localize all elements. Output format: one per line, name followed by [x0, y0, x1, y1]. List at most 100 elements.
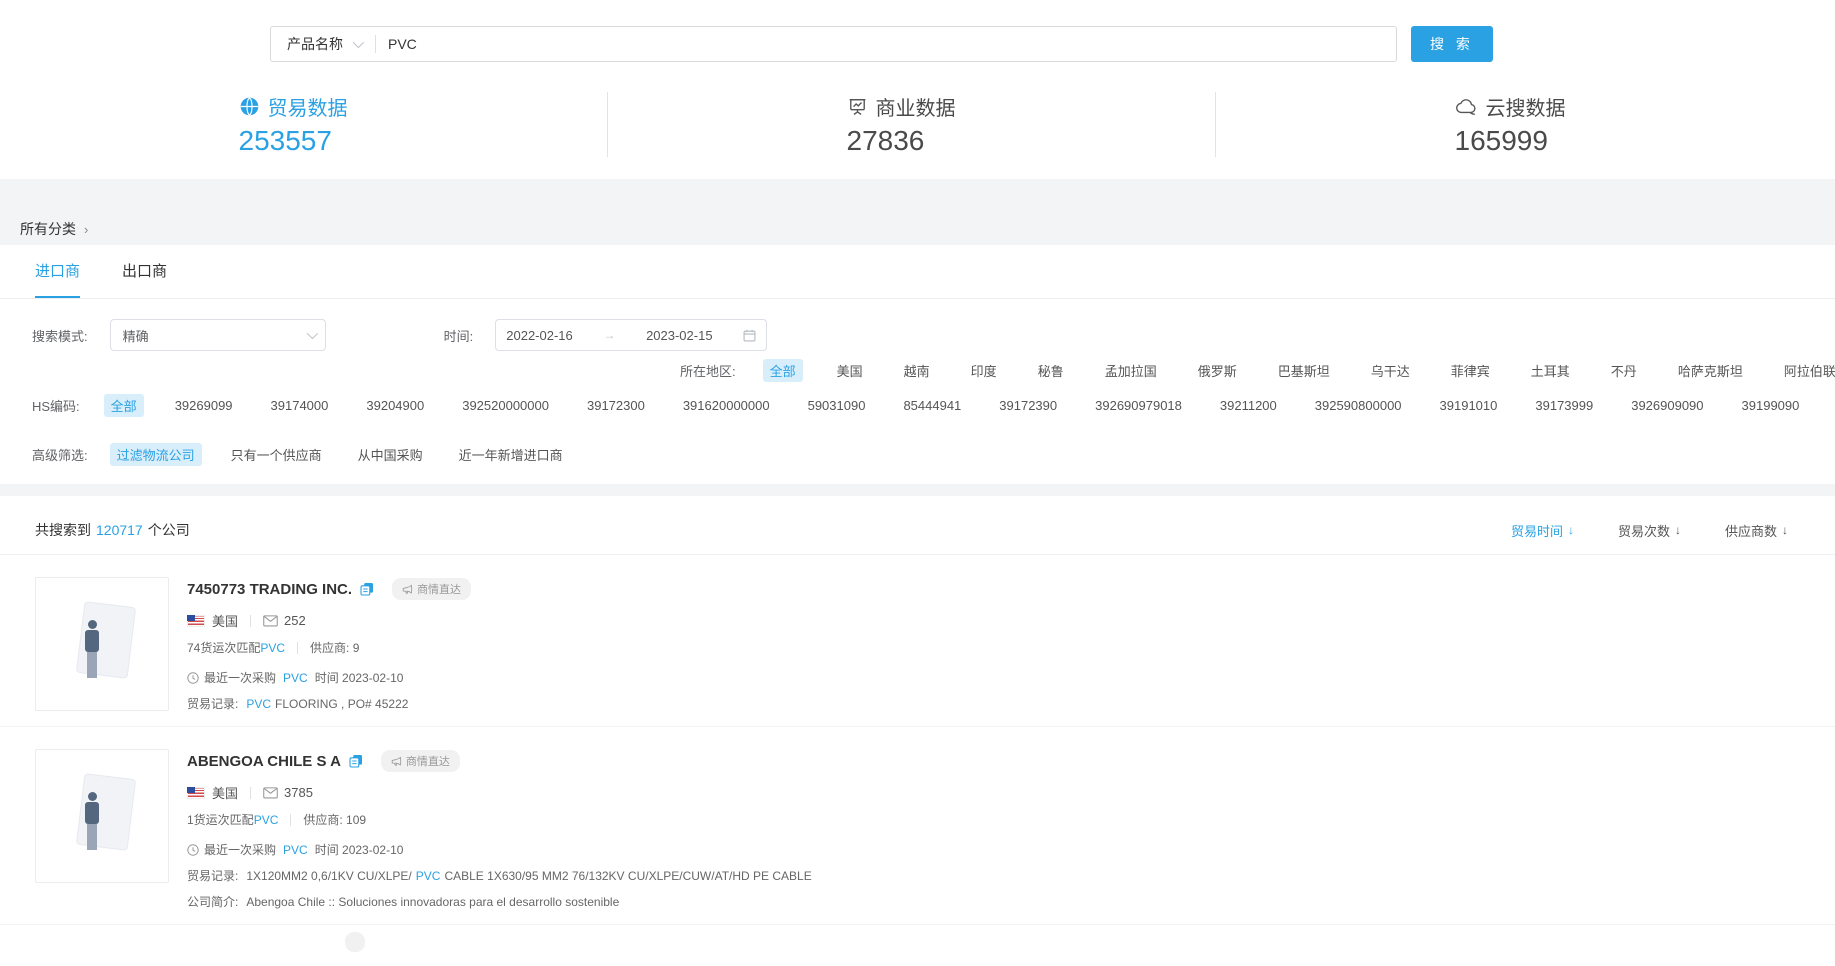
- record-post: CABLE 1X630/95 MM2 76/132KV CU/XLPE/CUW/…: [444, 869, 811, 883]
- status-badge[interactable]: 商情直达: [381, 750, 460, 772]
- tab-exporters[interactable]: 出口商: [122, 245, 167, 298]
- hs-chip[interactable]: 85444941: [896, 396, 968, 415]
- sort-supplier-count[interactable]: 供应商数 ↓: [1725, 521, 1788, 540]
- company-name[interactable]: ABENGOA CHILE S A: [187, 753, 341, 770]
- date-range-picker[interactable]: 2022-02-16 → 2023-02-15: [495, 319, 767, 351]
- arrow-down-icon: ↓: [1782, 523, 1788, 537]
- region-chip[interactable]: 全部: [763, 359, 803, 382]
- advanced-chip-from-china[interactable]: 从中国采购: [351, 443, 430, 466]
- search-mode-select[interactable]: 精确: [110, 319, 326, 351]
- hs-chip[interactable]: 392590800000: [1308, 396, 1409, 415]
- match-term[interactable]: PVC: [260, 641, 285, 655]
- filter-body: 搜索模式: 精确 时间: 2022-02-16 → 2023-02-15 所在地…: [0, 299, 1835, 484]
- recent-prefix: 最近一次采购: [204, 841, 276, 858]
- hs-chip[interactable]: 39204900: [359, 396, 431, 415]
- region-chip[interactable]: 俄罗斯: [1191, 359, 1244, 382]
- supplier-count: 供应商: 9: [310, 639, 359, 656]
- profile-text: Abengoa Chile :: Soluciones innovadoras …: [246, 895, 619, 909]
- advanced-chip-single-supplier[interactable]: 只有一个供应商: [224, 443, 329, 466]
- match-term[interactable]: PVC: [254, 813, 279, 827]
- tab-importers[interactable]: 进口商: [35, 245, 80, 298]
- region-chip[interactable]: 美国: [830, 359, 870, 382]
- report-icon[interactable]: [349, 754, 363, 768]
- us-flag-icon: [187, 615, 205, 627]
- company-thumbnail[interactable]: [35, 749, 169, 883]
- stat-label: 贸易数据: [268, 92, 348, 121]
- region-chip[interactable]: 哈萨克斯坦: [1671, 359, 1750, 382]
- time-label: 时间:: [444, 326, 474, 345]
- divider: [250, 615, 251, 627]
- clock-icon: [187, 844, 199, 856]
- status-badge[interactable]: 商情直达: [392, 578, 471, 600]
- company-name[interactable]: 7450773 TRADING INC.: [187, 581, 352, 598]
- region-chip[interactable]: 乌干达: [1364, 359, 1417, 382]
- hs-chip[interactable]: 392690979018: [1088, 396, 1189, 415]
- hs-chip[interactable]: 3926909090: [1624, 396, 1710, 415]
- breadcrumb[interactable]: 所有分类 ›: [0, 213, 1835, 245]
- search-input[interactable]: [376, 36, 1396, 52]
- hs-chip[interactable]: 39269099: [168, 396, 240, 415]
- region-chip[interactable]: 土耳其: [1524, 359, 1577, 382]
- record-label: 贸易记录:: [187, 695, 238, 712]
- calendar-icon: [743, 329, 756, 342]
- region-chip[interactable]: 阿拉伯联合酋长国: [1777, 359, 1835, 382]
- region-chip[interactable]: 秘鲁: [1031, 359, 1071, 382]
- mail-icon: [263, 787, 278, 799]
- record-term[interactable]: PVC: [416, 869, 441, 883]
- hs-chip[interactable]: 39172390: [992, 396, 1064, 415]
- region-chip[interactable]: 不丹: [1604, 359, 1644, 382]
- company-country: 美国: [212, 783, 238, 802]
- results-count-prefix: 共搜索到: [35, 520, 91, 540]
- region-chip[interactable]: 孟加拉国: [1098, 359, 1164, 382]
- record-post: FLOORING , PO# 45222: [275, 697, 408, 711]
- results-count-suffix: 个公司: [148, 520, 190, 540]
- arrow-down-icon: ↓: [1675, 523, 1681, 537]
- recent-term[interactable]: PVC: [283, 843, 308, 857]
- hs-chip[interactable]: 39191010: [1433, 396, 1505, 415]
- hs-chip[interactable]: 39199090: [1735, 396, 1807, 415]
- stats-row: 贸易数据 253557 商业数据 27836: [0, 92, 1835, 157]
- stat-trade-data[interactable]: 贸易数据 253557: [0, 92, 607, 157]
- region-chip[interactable]: 菲律宾: [1444, 359, 1497, 382]
- search-mode-value: 精确: [123, 326, 149, 345]
- mail-count: 3785: [284, 785, 313, 800]
- search-category-select[interactable]: 产品名称: [271, 34, 375, 54]
- hs-chip[interactable]: 全部: [104, 394, 144, 417]
- hs-chip[interactable]: 391620000000: [676, 396, 777, 415]
- recent-term[interactable]: PVC: [283, 671, 308, 685]
- stat-label: 商业数据: [876, 92, 956, 121]
- megaphone-icon: [391, 756, 402, 767]
- results-count: 120717: [96, 522, 143, 538]
- recent-prefix: 最近一次采购: [204, 669, 276, 686]
- region-chip[interactable]: 印度: [964, 359, 1004, 382]
- advanced-chip-new-importers[interactable]: 近一年新增进口商: [452, 443, 570, 466]
- report-icon[interactable]: [360, 582, 374, 596]
- hs-chip[interactable]: 392520000000: [455, 396, 556, 415]
- hs-chip[interactable]: 39173999: [1528, 396, 1600, 415]
- sort-trade-count[interactable]: 贸易次数 ↓: [1618, 521, 1681, 540]
- region-chip[interactable]: 越南: [897, 359, 937, 382]
- company-country: 美国: [212, 611, 238, 630]
- filter-row-mode-time: 搜索模式: 精确 时间: 2022-02-16 → 2023-02-15: [32, 319, 1790, 351]
- stat-business-data[interactable]: 商业数据 27836: [607, 92, 1215, 157]
- advanced-chip-filter-logistics[interactable]: 过滤物流公司: [110, 443, 202, 466]
- region-chip[interactable]: 巴基斯坦: [1271, 359, 1337, 382]
- hs-chip[interactable]: 59031090: [801, 396, 873, 415]
- stat-cloud-data[interactable]: 云搜数据 165999: [1215, 92, 1823, 157]
- hs-chip[interactable]: 39172300: [580, 396, 652, 415]
- hs-chip[interactable]: 39211200: [1213, 396, 1284, 415]
- divider: [297, 642, 298, 654]
- mail-icon: [263, 615, 278, 627]
- hs-chip[interactable]: 39174000: [264, 396, 336, 415]
- divider: [250, 787, 251, 799]
- top-search-section: 产品名称 搜 索 贸易数据 253557: [0, 0, 1835, 179]
- search-button[interactable]: 搜 索: [1411, 26, 1493, 62]
- hs-chip[interactable]: 392043100000: [1830, 396, 1835, 415]
- search-category-label: 产品名称: [287, 34, 343, 54]
- hs-label: HS编码:: [32, 396, 80, 415]
- region-label: 所在地区:: [680, 361, 736, 380]
- arrow-down-icon: ↓: [1568, 523, 1574, 537]
- sort-trade-time[interactable]: 贸易时间 ↓: [1511, 521, 1574, 540]
- record-term[interactable]: PVC: [246, 697, 271, 711]
- company-thumbnail[interactable]: [35, 577, 169, 711]
